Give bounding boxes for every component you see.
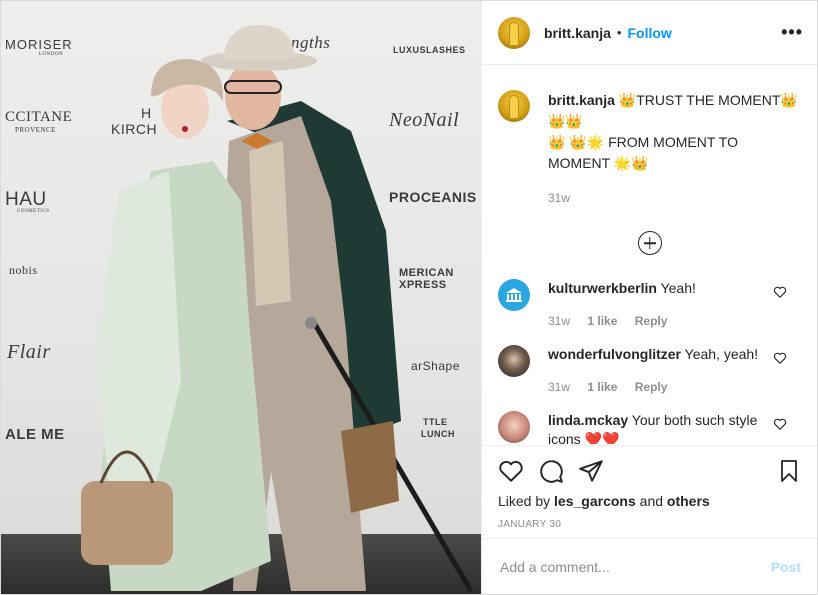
comments-section[interactable]: britt.kanja 👑TRUST THE MOMENT👑👑👑 👑 👑🌟 FR…	[482, 66, 817, 444]
divider	[482, 445, 817, 446]
add-comment-input[interactable]	[498, 557, 771, 576]
header-username[interactable]: britt.kanja	[544, 25, 611, 41]
post-photo[interactable]: MORISER LONDON CCITANE PROVENCE HAU COSM…	[1, 1, 481, 594]
bookmark-icon[interactable]	[777, 458, 801, 484]
post-header: britt.kanja • Follow •••	[482, 1, 817, 65]
comment-likes[interactable]: 1 like	[587, 380, 617, 394]
commenter-avatar[interactable]	[498, 411, 530, 443]
commenter-avatar[interactable]	[498, 345, 530, 377]
heart-icon[interactable]	[773, 351, 787, 365]
comment-item: kulturwerkberlin Yeah! 31w 1 like Reply	[498, 279, 801, 331]
liked-by-user[interactable]: les_garcons	[554, 493, 636, 509]
caption-time[interactable]: 31w	[548, 191, 570, 205]
building-icon	[506, 288, 522, 302]
comment-username[interactable]: linda.mckay	[548, 412, 628, 428]
cane-handle	[305, 317, 317, 329]
couple-figures	[81, 25, 474, 593]
likes-and: and	[639, 493, 664, 509]
share-paper-plane-icon[interactable]	[578, 458, 604, 484]
comment-item: wonderfulvonglitzer Yeah, yeah! 31w 1 li…	[498, 345, 801, 397]
avatar[interactable]	[498, 16, 530, 49]
woman-lips	[182, 126, 188, 132]
comment-text: Yeah, yeah!	[684, 346, 759, 362]
load-more-comments-icon[interactable]	[637, 231, 662, 255]
comment-text: Yeah!	[660, 280, 696, 296]
commenter-avatar[interactable]	[498, 279, 530, 311]
post-actions-bar	[498, 453, 801, 489]
comment-username[interactable]: wonderfulvonglitzer	[548, 346, 681, 362]
post-comment-button[interactable]: Post	[771, 559, 801, 575]
likes-summary: Liked by les_garcons and others	[498, 493, 710, 509]
separator-dot: •	[616, 25, 622, 40]
post-date[interactable]: JANUARY 30	[498, 519, 561, 530]
brown-bag	[341, 421, 399, 513]
likes-others-link[interactable]: others	[667, 493, 710, 509]
comment-time[interactable]: 31w	[548, 380, 570, 394]
reply-button[interactable]: Reply	[635, 314, 668, 328]
caption-avatar[interactable]	[498, 90, 530, 122]
add-comment-bar: Post	[482, 538, 817, 594]
more-options-icon[interactable]: •••	[781, 22, 803, 43]
man-hat-crown	[223, 25, 295, 59]
reply-button[interactable]: Reply	[635, 380, 668, 394]
man-head	[225, 62, 281, 130]
caption-username[interactable]: britt.kanja	[548, 92, 615, 108]
heart-icon[interactable]	[773, 285, 787, 299]
follow-button[interactable]: Follow	[627, 25, 671, 41]
heart-icon[interactable]	[773, 417, 787, 431]
comment-time[interactable]: 31w	[548, 314, 570, 328]
comment-item: linda.mckay Your both such style icons ❤…	[498, 411, 801, 444]
post-modal: MORISER LONDON CCITANE PROVENCE HAU COSM…	[0, 0, 818, 595]
comment-likes[interactable]: 1 like	[587, 314, 617, 328]
caption: britt.kanja 👑TRUST THE MOMENT👑👑👑 👑 👑🌟 FR…	[498, 90, 801, 209]
handbag	[81, 481, 173, 565]
likes-prefix: Liked by	[498, 493, 551, 509]
post-details-panel: britt.kanja • Follow ••• britt.kanja 👑TR…	[481, 1, 817, 594]
comment-username[interactable]: kulturwerkberlin	[548, 280, 657, 296]
like-heart-icon[interactable]	[498, 458, 524, 484]
caption-text-line2: 👑 👑🌟 FROM MOMENT TO MOMENT 🌟👑	[548, 134, 738, 171]
comment-bubble-icon[interactable]	[538, 458, 564, 484]
